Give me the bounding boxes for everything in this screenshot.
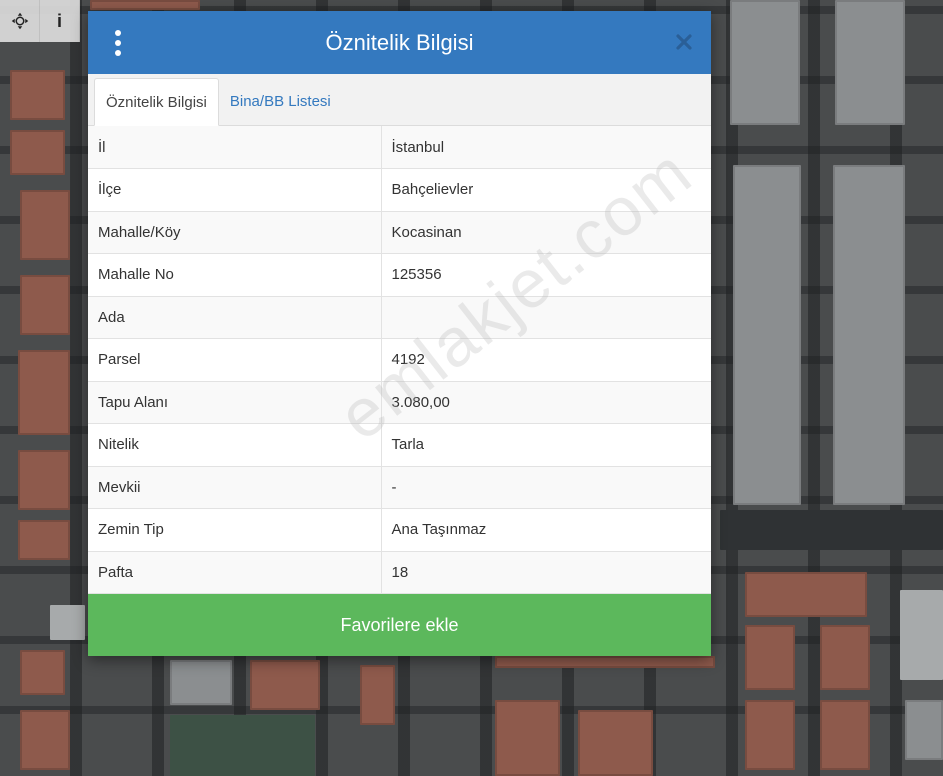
add-to-favorites-button[interactable]: Favorilere ekle	[88, 594, 711, 656]
map-building	[745, 700, 795, 770]
map-building	[835, 0, 905, 125]
map-building	[18, 450, 70, 510]
close-icon	[676, 34, 692, 50]
attribute-value: 3.080,00	[381, 381, 711, 424]
table-row: Mahalle/Köy Kocasinan	[88, 211, 711, 254]
map-building	[820, 700, 870, 770]
table-row: Mahalle No 125356	[88, 253, 711, 297]
attribute-value: 4192	[381, 338, 711, 382]
map-building	[18, 520, 70, 560]
map-building	[18, 350, 70, 435]
map-building	[10, 130, 65, 175]
attribute-key: Mahalle No	[88, 253, 382, 297]
move-icon	[11, 12, 28, 30]
map-building	[20, 190, 70, 260]
attribute-key: Ada	[88, 296, 382, 339]
table-row: Ada	[88, 296, 711, 339]
map-building	[745, 572, 867, 617]
map-building	[745, 625, 795, 690]
info-icon: i	[56, 10, 62, 31]
attribute-key: Tapu Alanı	[88, 381, 382, 424]
attribute-table: İl İstanbul İlçe Bahçelievler Mahalle/Köy Koc…	[88, 126, 711, 594]
table-row: İl İstanbul	[88, 126, 711, 169]
map-building	[90, 0, 200, 10]
modal-header: Öznitelik Bilgisi	[88, 11, 711, 74]
attribute-key: Parsel	[88, 338, 382, 382]
map-building	[833, 165, 905, 505]
map-building	[50, 605, 85, 640]
map-building	[820, 625, 870, 690]
map-building	[10, 70, 65, 120]
attribute-value: Tarla	[381, 423, 711, 467]
attribute-value: -	[381, 466, 711, 509]
attribute-value: Kocasinan	[381, 211, 711, 254]
kebab-menu-icon[interactable]	[112, 30, 124, 56]
attribute-key: İl	[88, 126, 382, 169]
table-row: Tapu Alanı 3.080,00	[88, 381, 711, 424]
map-building	[495, 656, 715, 668]
attribute-key: Nitelik	[88, 423, 382, 467]
tab-attribute-info[interactable]: Öznitelik Bilgisi	[94, 78, 219, 126]
map-building	[360, 665, 395, 725]
map-building	[905, 700, 943, 760]
attribute-value: Bahçelievler	[381, 168, 711, 212]
map-building	[250, 660, 320, 710]
tab-building-list[interactable]: Bina/BB Listesi	[219, 77, 342, 125]
table-row: Pafta 18	[88, 551, 711, 594]
tab-bar: Öznitelik Bilgisi Bina/BB Listesi	[88, 74, 711, 126]
map-building	[20, 275, 70, 335]
attribute-key: Mahalle/Köy	[88, 211, 382, 254]
map-building	[733, 165, 801, 505]
attribute-value: İstanbul	[381, 126, 711, 169]
table-row: Mevkii -	[88, 466, 711, 509]
map-building	[578, 710, 653, 776]
table-row: Zemin Tip Ana Taşınmaz	[88, 508, 711, 552]
attribute-info-modal: Öznitelik Bilgisi Öznitelik Bilgisi Bina…	[88, 11, 711, 656]
close-button[interactable]	[673, 31, 695, 53]
table-row: Parsel 4192	[88, 338, 711, 382]
map-building	[495, 700, 560, 776]
map-toolbar: i	[0, 0, 80, 42]
table-row: Nitelik Tarla	[88, 423, 711, 467]
map-road	[720, 510, 943, 550]
attribute-value: 125356	[381, 253, 711, 297]
map-building	[20, 650, 65, 695]
map-building	[170, 660, 232, 705]
attribute-value: 18	[381, 551, 711, 594]
map-building	[900, 590, 943, 680]
pan-button[interactable]	[0, 0, 40, 42]
map-building	[170, 715, 315, 776]
info-button[interactable]: i	[40, 0, 80, 42]
attribute-value: Ana Taşınmaz	[381, 508, 711, 552]
table-row: İlçe Bahçelievler	[88, 168, 711, 212]
attribute-key: İlçe	[88, 168, 382, 212]
map-building	[20, 710, 70, 770]
map-building	[730, 0, 800, 125]
modal-title: Öznitelik Bilgisi	[325, 29, 474, 55]
attribute-key: Zemin Tip	[88, 508, 382, 552]
attribute-value	[381, 296, 711, 339]
attribute-key: Mevkii	[88, 466, 382, 509]
attribute-key: Pafta	[88, 551, 382, 594]
